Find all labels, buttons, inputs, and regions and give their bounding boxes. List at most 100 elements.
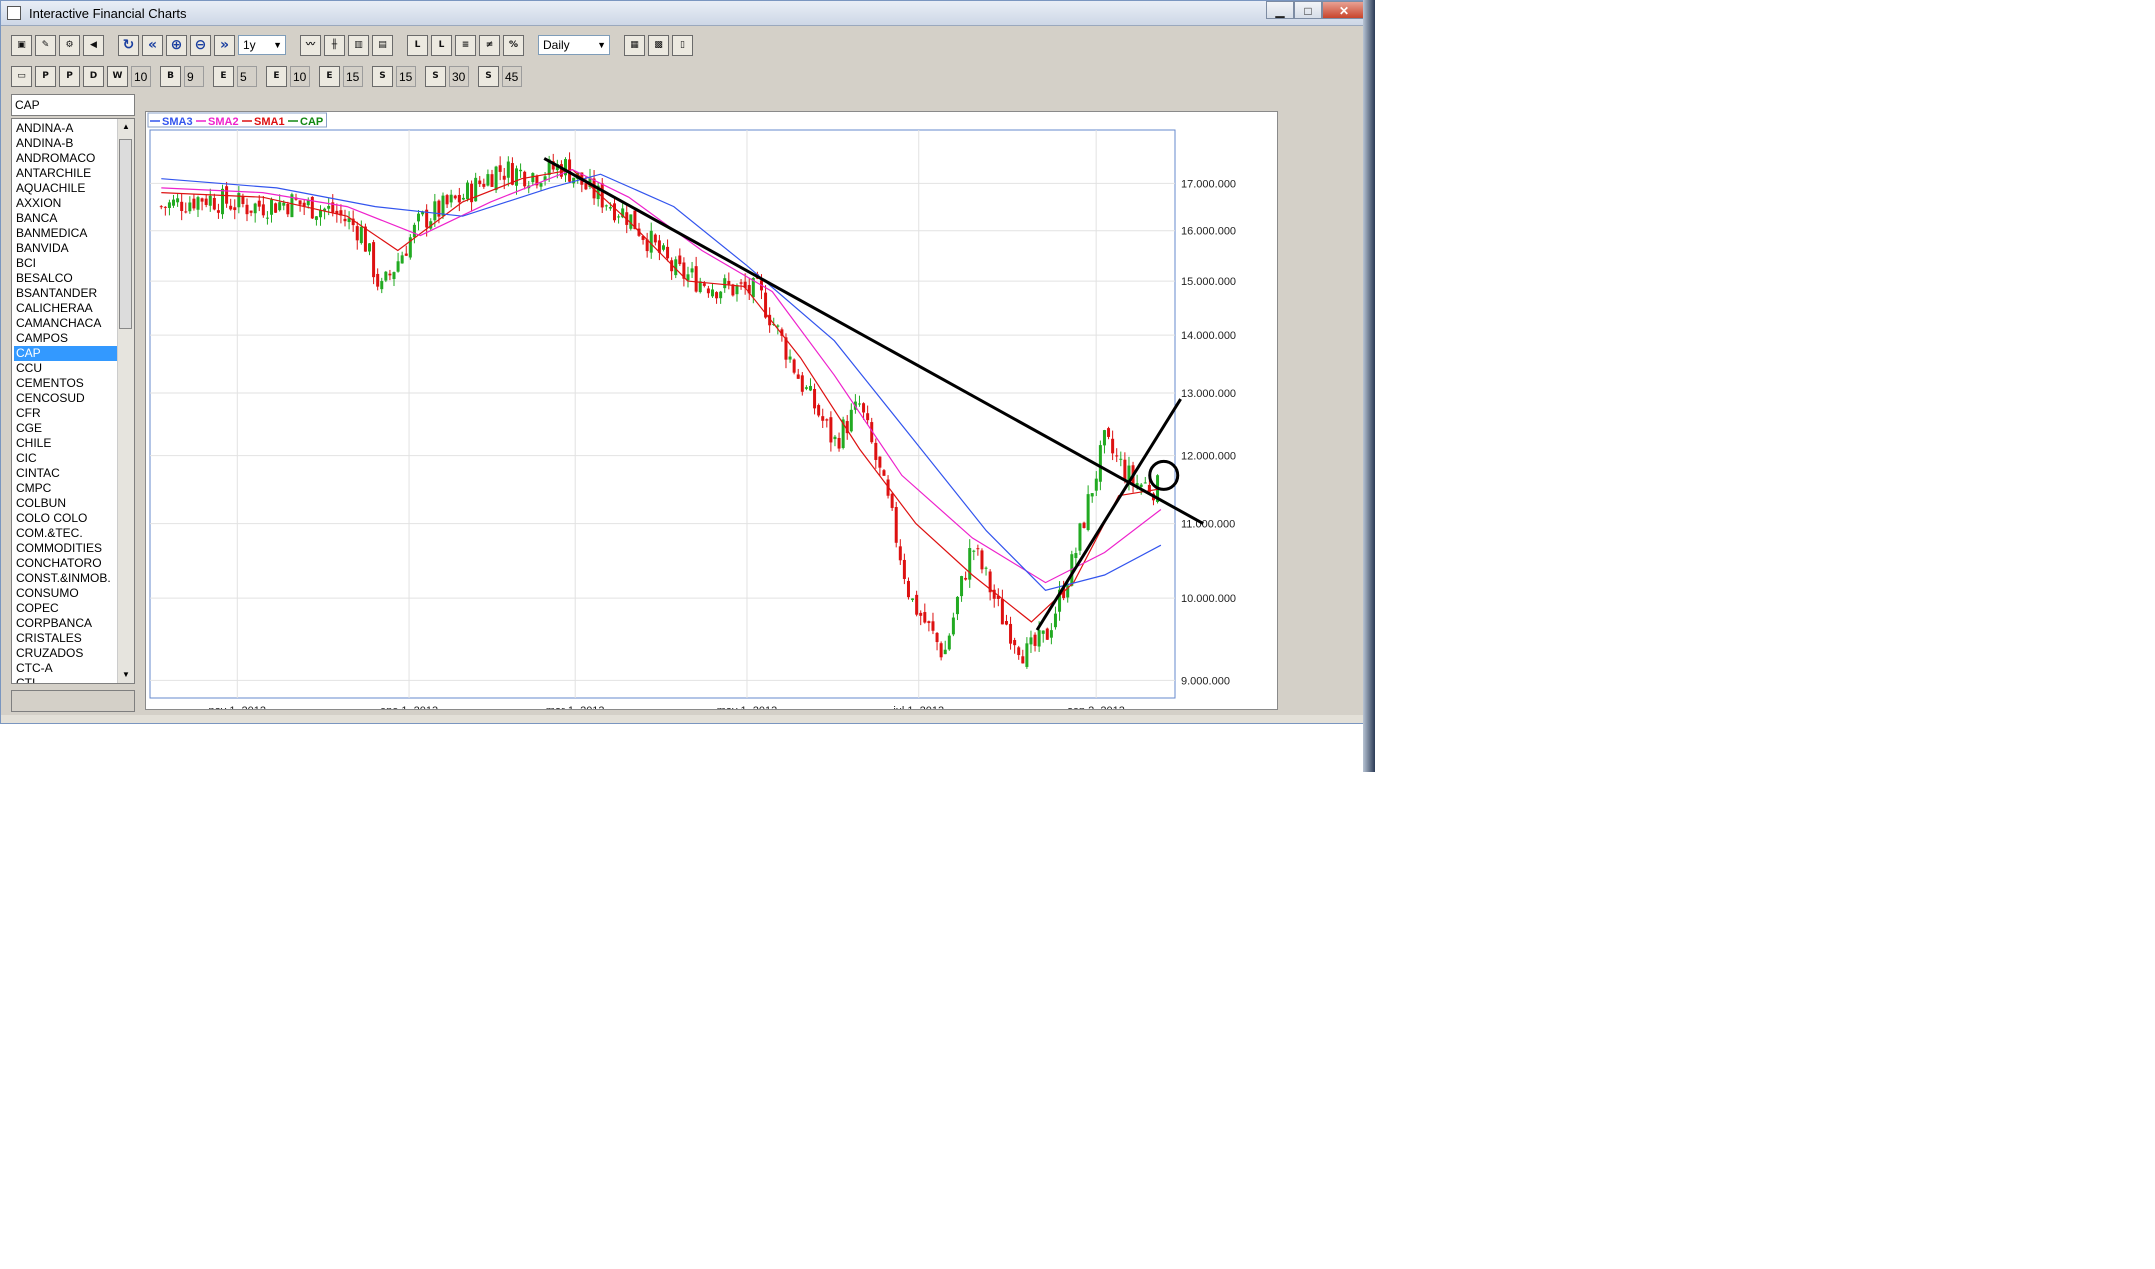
symbol-list-item[interactable]: CGE [14,421,118,436]
layout-icon[interactable]: ▩ [648,34,669,56]
indicator-toolbar: ▭ P P D W 10 B 9 E 5 E 10 E 15 S 15 S 30… [11,64,528,88]
candle-body [200,198,204,202]
symbol-list-item[interactable]: CAMANCHACA [14,316,118,331]
bar-chart-icon[interactable]: ╫ [324,34,345,56]
zoom-out-icon[interactable]: ⊖ [190,34,211,56]
symbol-list-item[interactable]: COLBUN [14,496,118,511]
symbol-list-item[interactable]: COMMODITIES [14,541,118,556]
log-alt-icon[interactable]: L [431,34,452,56]
ema1-period[interactable]: 5 [237,65,257,87]
symbol-input[interactable]: CAP [11,94,135,116]
symbol-list-item[interactable]: ANTARCHILE [14,166,118,181]
symbol-list-item[interactable]: ANDINA-A [14,121,118,136]
edit-icon[interactable]: ✎ [35,34,56,56]
symbol-list-item[interactable]: COLO COLO [14,511,118,526]
symbol-list-item[interactable]: CINTAC [14,466,118,481]
interval-select[interactable]: Daily ▼ [538,35,610,55]
sma3-icon[interactable]: S [478,65,499,87]
log-scale-icon[interactable]: L [407,34,428,56]
scrollbar-thumb[interactable] [119,139,132,329]
sma3-period[interactable]: 45 [502,65,522,87]
period-select[interactable]: 1y ▼ [238,35,286,55]
close-button[interactable]: ✕ [1322,1,1366,19]
symbol-list-item[interactable]: CMPC [14,481,118,496]
percent-icon[interactable]: % [503,34,524,56]
ema3-icon[interactable]: E [319,65,340,87]
save-icon[interactable]: ▣ [11,34,32,56]
candle-body [1082,522,1086,528]
bollinger-icon[interactable]: B [160,65,181,87]
scroll-down-icon[interactable]: ▼ [118,667,134,683]
bol-period[interactable]: 9 [184,65,204,87]
ema2-period[interactable]: 10 [290,65,310,87]
symbol-list-item[interactable]: BESALCO [14,271,118,286]
symbol-list-item[interactable]: CAMPOS [14,331,118,346]
lin-alt-icon[interactable]: ≠ [479,34,500,56]
symbol-list-item[interactable]: CFR [14,406,118,421]
picture-icon[interactable]: ▭ [11,65,32,87]
symbol-list-item[interactable]: CIC [14,451,118,466]
symbol-list-item[interactable]: CAP [14,346,118,361]
symbol-list-item[interactable]: COPEC [14,601,118,616]
refresh-icon[interactable]: ↻ [118,34,139,56]
symbol-list-item[interactable]: CHILE [14,436,118,451]
scroll-left-icon[interactable]: « [142,34,163,56]
compare-icon[interactable]: ▦ [624,34,645,56]
symbol-list-item[interactable]: CRUZADOS [14,646,118,661]
symbol-list-item[interactable]: ANDINA-B [14,136,118,151]
sma2-icon[interactable]: S [425,65,446,87]
maximize-button[interactable]: □ [1294,1,1322,19]
symbol-list-item[interactable]: BCI [14,256,118,271]
symbol-list-item[interactable]: BANMEDICA [14,226,118,241]
price-chart[interactable]: 9.000.000 10.000.000 11.000.000 12.000.000 1… [146,112,1277,717]
symbol-list-item[interactable]: CTC-A [14,661,118,676]
ema2-icon[interactable]: E [266,65,287,87]
symbol-list-item[interactable]: CONST.&INMOB. [14,571,118,586]
symbol-list-item[interactable]: CENCOSUD [14,391,118,406]
sma1-icon[interactable]: S [372,65,393,87]
scroll-up-icon[interactable]: ▲ [118,119,134,135]
wma-icon[interactable]: W [107,65,128,87]
line-chart-icon[interactable]: 〰 [300,34,321,56]
x-tick-label: ene 1, 2013 [380,705,438,709]
settings-icon[interactable]: ⚙ [59,34,80,56]
symbol-list-item[interactable]: AXXION [14,196,118,211]
symbol-list-item[interactable]: BSANTANDER [14,286,118,301]
sma2-period[interactable]: 30 [449,65,469,87]
symbol-list-item[interactable]: CEMENTOS [14,376,118,391]
symbol-list-scrollbar[interactable]: ▲ ▼ [117,119,134,683]
symbol-list-item[interactable]: BANVIDA [14,241,118,256]
scroll-right-icon[interactable]: » [214,34,235,56]
sma1-period[interactable]: 15 [396,65,416,87]
symbol-list-item[interactable]: CONSUMO [14,586,118,601]
symbol-list-item[interactable]: CTI [14,676,118,683]
zoom-in-icon[interactable]: ⊕ [166,34,187,56]
dma-icon[interactable]: D [83,65,104,87]
title-bar[interactable]: Interactive Financial Charts ▁ □ ✕ [1,1,1374,26]
symbol-list-item[interactable]: CALICHERAA [14,301,118,316]
symbol-list-item[interactable]: ANDROMACO [14,151,118,166]
symbol-list[interactable]: ANDINA-A ANDINA-B ANDROMACO ANTARCHILE AQUAC… [11,118,135,684]
symbol-list-item[interactable]: COM.&TEC. [14,526,118,541]
candle-chart-icon[interactable]: ▥ [348,34,369,56]
parabolic-sar-icon[interactable]: P [35,65,56,87]
symbol-list-item[interactable]: CCU [14,361,118,376]
symbol-list-item[interactable]: BANCA [14,211,118,226]
pivot-points-icon[interactable]: P [59,65,80,87]
symbol-list-item[interactable]: AQUACHILE [14,181,118,196]
candle-body [286,204,290,215]
lin-scale-icon[interactable]: ≡ [455,34,476,56]
wma-period[interactable]: 10 [131,65,151,87]
candle-hollow-icon[interactable]: ▤ [372,34,393,56]
chart-panel[interactable]: 9.000.000 10.000.000 11.000.000 12.000.000 1… [145,111,1278,717]
symbol-list-item[interactable]: CONCHATORO [14,556,118,571]
candle-body [265,217,269,219]
symbol-footer-box[interactable] [11,690,135,712]
panel-icon[interactable]: ▯ [672,34,693,56]
minimize-button[interactable]: ▁ [1266,1,1294,19]
ema3-period[interactable]: 15 [343,65,363,87]
sound-icon[interactable]: ◀ [83,34,104,56]
symbol-list-item[interactable]: CRISTALES [14,631,118,646]
ema1-icon[interactable]: E [213,65,234,87]
symbol-list-item[interactable]: CORPBANCA [14,616,118,631]
